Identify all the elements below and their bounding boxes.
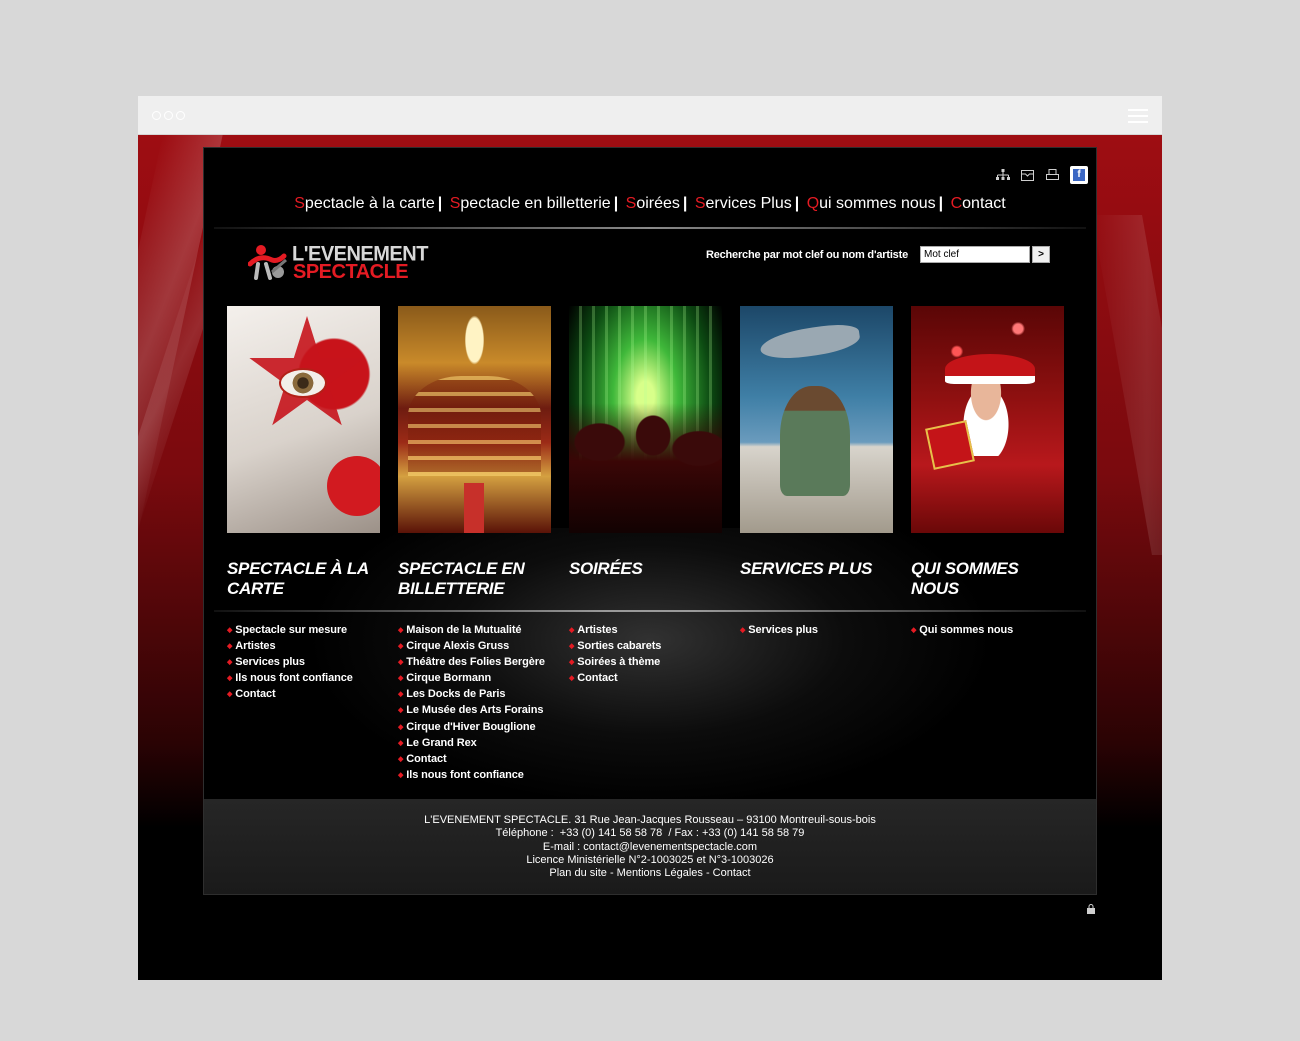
list-item[interactable]: ◆ Artistes xyxy=(569,623,722,639)
top-navigation: Spectacle à la carte | Spectacle en bille… xyxy=(204,195,1096,213)
search-input[interactable] xyxy=(920,246,1030,263)
list-item[interactable]: ◆ Cirque Alexis Gruss xyxy=(398,639,551,655)
logo-line-2: SPECTACLE xyxy=(293,261,409,283)
footer-links[interactable]: Plan du site - Mentions Légales - Contac… xyxy=(204,867,1096,880)
site-footer: L'EVENEMENT SPECTACLE. 31 Rue Jean-Jacqu… xyxy=(204,799,1096,894)
lock-icon xyxy=(1086,904,1096,914)
footer-address: L'EVENEMENT SPECTACLE. 31 Rue Jean-Jacqu… xyxy=(424,814,876,826)
nav-separator: | xyxy=(682,195,688,212)
caption-services-plus[interactable]: SERVICES PLUS xyxy=(740,559,893,599)
footer-licence: Licence Ministérielle N°2-1003025 et N°3… xyxy=(526,853,774,866)
links-spectacle-en-billetterie: ◆ Maison de la Mutualité ◆ Cirque Alexis G… xyxy=(398,623,551,784)
tile-image-clown[interactable] xyxy=(227,306,380,533)
list-item[interactable]: ◆ Services plus xyxy=(740,623,893,639)
list-item[interactable]: ◆ Cirque d'Hiver Bouglione xyxy=(398,720,551,736)
list-item[interactable]: ◆ Le Grand Rex xyxy=(398,736,551,752)
footer-phone: Téléphone : +33 (0) 141 58 58 78 / Fax :… xyxy=(495,827,805,840)
nav-separator: | xyxy=(437,195,443,212)
site-logo[interactable]: L'EVENEMENT SPECTACLE xyxy=(247,242,428,286)
close-dot-icon[interactable] xyxy=(152,111,161,120)
logo-figure-icon xyxy=(247,245,287,280)
facebook-icon[interactable]: f xyxy=(1070,166,1088,184)
list-item[interactable]: ◆ Qui sommes nous xyxy=(911,623,1064,639)
sitemap-icon[interactable] xyxy=(995,168,1010,183)
nav-spectacle-a-la-carte[interactable]: Spectacle à la carte xyxy=(294,195,435,212)
background-streak xyxy=(1092,215,1162,555)
search-label: Recherche par mot clef ou nom d'artiste xyxy=(705,248,908,261)
list-item[interactable]: ◆ Maison de la Mutualité xyxy=(398,623,551,639)
nav-separator: | xyxy=(938,195,944,212)
list-item[interactable]: ◆ Contact xyxy=(398,752,551,768)
links-qui-sommes-nous: ◆ Qui sommes nous xyxy=(911,623,1064,784)
minimize-dot-icon[interactable] xyxy=(164,111,173,120)
list-item[interactable]: ◆ Sorties cabarets xyxy=(569,639,722,655)
list-item[interactable]: ◆ Contact xyxy=(569,671,722,687)
links-soirees: ◆ Artistes ◆ Sorties cabarets ◆ Soirées à t… xyxy=(569,623,722,784)
caption-qui-sommes-nous[interactable]: QUI SOMMES NOUS xyxy=(911,559,1064,599)
nav-separator: | xyxy=(794,195,800,212)
list-item[interactable]: ◆ Spectacle sur mesure xyxy=(227,623,380,639)
nav-divider xyxy=(214,227,1086,229)
list-item[interactable]: ◆ Ils nous font confiance xyxy=(227,671,380,687)
hamburger-icon[interactable] xyxy=(1128,109,1148,123)
caption-soirees[interactable]: SOIRÉES xyxy=(569,559,722,599)
list-item[interactable]: ◆ Contact xyxy=(227,687,380,703)
category-captions: SPECTACLE À LA CARTE SPECTACLE EN BILLET… xyxy=(227,559,1064,599)
page-viewport: f Spectacle à la carte | Spectacle en bil… xyxy=(138,135,1162,980)
list-item[interactable]: ◆ Les Docks de Paris xyxy=(398,687,551,703)
tile-image-party[interactable] xyxy=(569,306,722,533)
print-icon[interactable] xyxy=(1045,168,1060,183)
footer-email[interactable]: E-mail : contact@levenementspectacle.com xyxy=(204,841,1096,854)
nav-qui-sommes-nous[interactable]: Qui sommes nous xyxy=(807,195,936,212)
tile-image-dolphin[interactable] xyxy=(740,306,893,533)
list-item[interactable]: ◆ Soirées à thème xyxy=(569,655,722,671)
search-bar: Recherche par mot clef ou nom d'artiste … xyxy=(706,246,1050,263)
nav-contact[interactable]: Contact xyxy=(951,195,1006,212)
search-button[interactable]: > xyxy=(1032,246,1050,263)
section-link-lists: ◆ Spectacle sur mesure ◆ Artistes ◆ Service… xyxy=(227,623,1064,784)
utility-toolbar: f xyxy=(995,166,1088,184)
tile-image-santa[interactable] xyxy=(911,306,1064,533)
list-item[interactable]: ◆ Ils nous font confiance xyxy=(398,768,551,784)
nav-soirees[interactable]: Soirées xyxy=(626,195,680,212)
nav-services-plus[interactable]: Services Plus xyxy=(695,195,792,212)
links-spectacle-a-la-carte: ◆ Spectacle sur mesure ◆ Artistes ◆ Service… xyxy=(227,623,380,784)
window-controls xyxy=(152,111,185,120)
list-item[interactable]: ◆ Services plus xyxy=(227,655,380,671)
nav-spectacle-en-billetterie[interactable]: Spectacle en billetterie xyxy=(450,195,611,212)
list-item[interactable]: ◆ Artistes xyxy=(227,639,380,655)
maximize-dot-icon[interactable] xyxy=(176,111,185,120)
browser-chrome xyxy=(138,96,1162,135)
list-item[interactable]: ◆ Cirque Bormann xyxy=(398,671,551,687)
links-services-plus: ◆ Services plus xyxy=(740,623,893,784)
list-item[interactable]: ◆ Théâtre des Folies Bergère xyxy=(398,655,551,671)
caption-spectacle-a-la-carte[interactable]: SPECTACLE À LA CARTE xyxy=(227,559,380,599)
browser-window: f Spectacle à la carte | Spectacle en bil… xyxy=(138,96,1162,980)
mail-icon[interactable] xyxy=(1020,168,1035,183)
section-divider xyxy=(214,610,1086,612)
tile-image-theatre[interactable] xyxy=(398,306,551,533)
nav-separator: | xyxy=(613,195,619,212)
category-gallery xyxy=(227,306,1064,533)
caption-spectacle-en-billetterie[interactable]: SPECTACLE EN BILLETTERIE xyxy=(398,559,551,599)
site-container: f Spectacle à la carte | Spectacle en bil… xyxy=(203,147,1097,895)
list-item[interactable]: ◆ Le Musée des Arts Forains xyxy=(398,703,551,719)
